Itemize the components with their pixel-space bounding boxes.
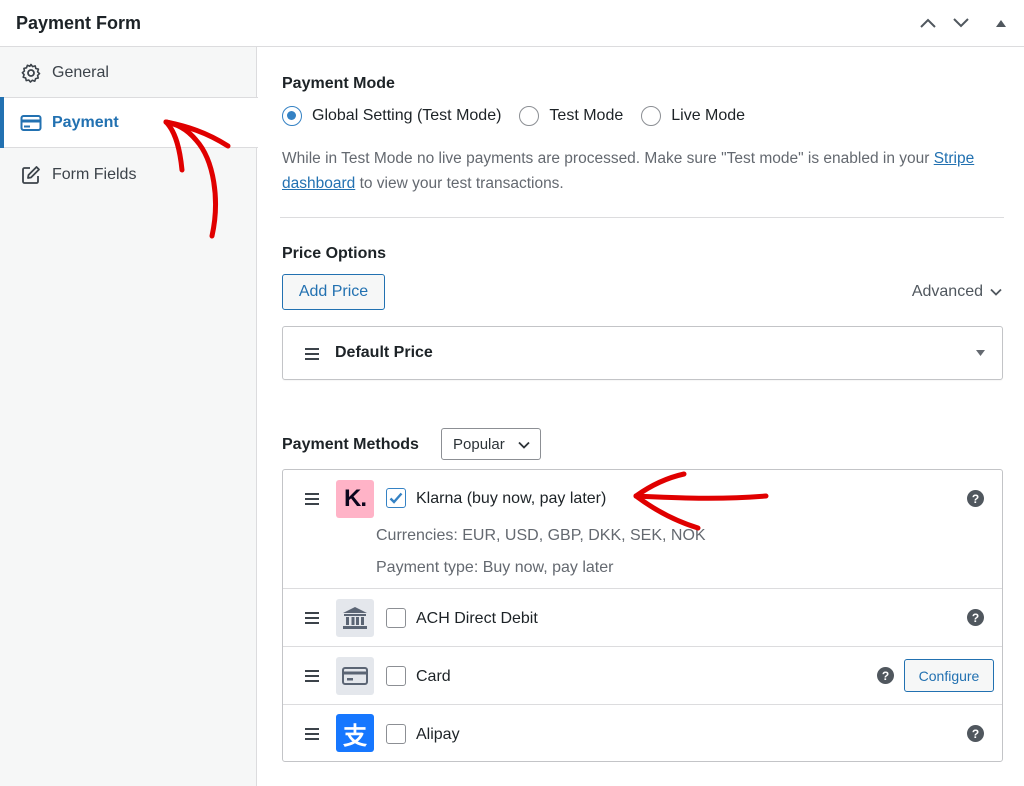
annotation-arrows (163, 119, 769, 531)
annotation-arrow-payment (163, 119, 231, 239)
annotation-arrow-klarna (633, 471, 769, 531)
